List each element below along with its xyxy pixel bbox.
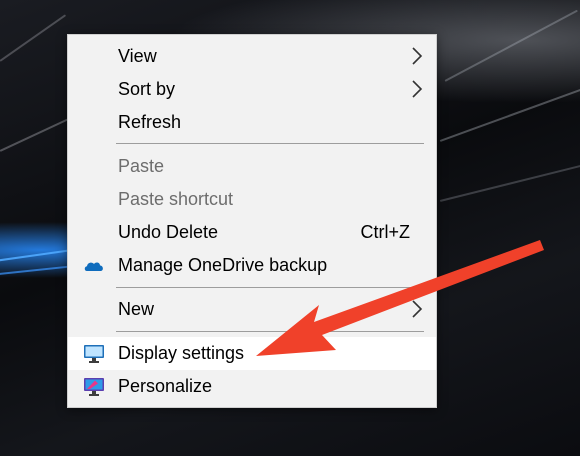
menu-item-label: Display settings [118,343,245,363]
menu-item-manage-onedrive-backup[interactable]: Manage OneDrive backup [68,249,436,282]
menu-separator [116,331,424,332]
chevron-right-icon [412,300,423,318]
chevron-right-icon [412,80,423,98]
menu-separator [116,143,424,144]
menu-item-label: Paste [118,156,165,176]
onedrive-cloud-icon [84,262,103,271]
wallpaper-streak [0,14,67,62]
wallpaper-streak [439,88,580,142]
menu-item-undo-delete[interactable]: Undo Delete Ctrl+Z [68,216,436,249]
personalize-monitor-icon [84,378,104,396]
menu-item-display-settings[interactable]: Display settings [68,337,436,370]
menu-item-refresh[interactable]: Refresh [68,106,436,139]
menu-item-personalize[interactable]: Personalize [68,370,436,403]
monitor-icon [84,345,104,363]
menu-item-new[interactable]: New [68,293,436,326]
menu-item-label: Sort by [118,79,176,99]
menu-item-paste: Paste [68,150,436,183]
wallpaper-streak [444,9,578,82]
menu-separator [116,287,424,288]
menu-item-label: New [118,299,155,319]
menu-item-label: View [118,46,157,66]
menu-item-paste-shortcut: Paste shortcut [68,183,436,216]
wallpaper-streak [439,163,580,202]
menu-item-label: Refresh [118,112,182,132]
menu-item-label: Manage OneDrive backup [118,255,328,275]
menu-item-sort-by[interactable]: Sort by [68,73,436,106]
menu-item-view[interactable]: View [68,40,436,73]
desktop-context-menu: View Sort by Refresh Paste Paste shortcu… [67,34,437,408]
menu-item-label: Undo Delete [118,222,219,242]
chevron-right-icon [412,47,423,65]
menu-item-label: Paste shortcut [118,189,234,209]
shortcut-label: Ctrl+Z [360,222,411,242]
menu-item-label: Personalize [118,376,213,396]
